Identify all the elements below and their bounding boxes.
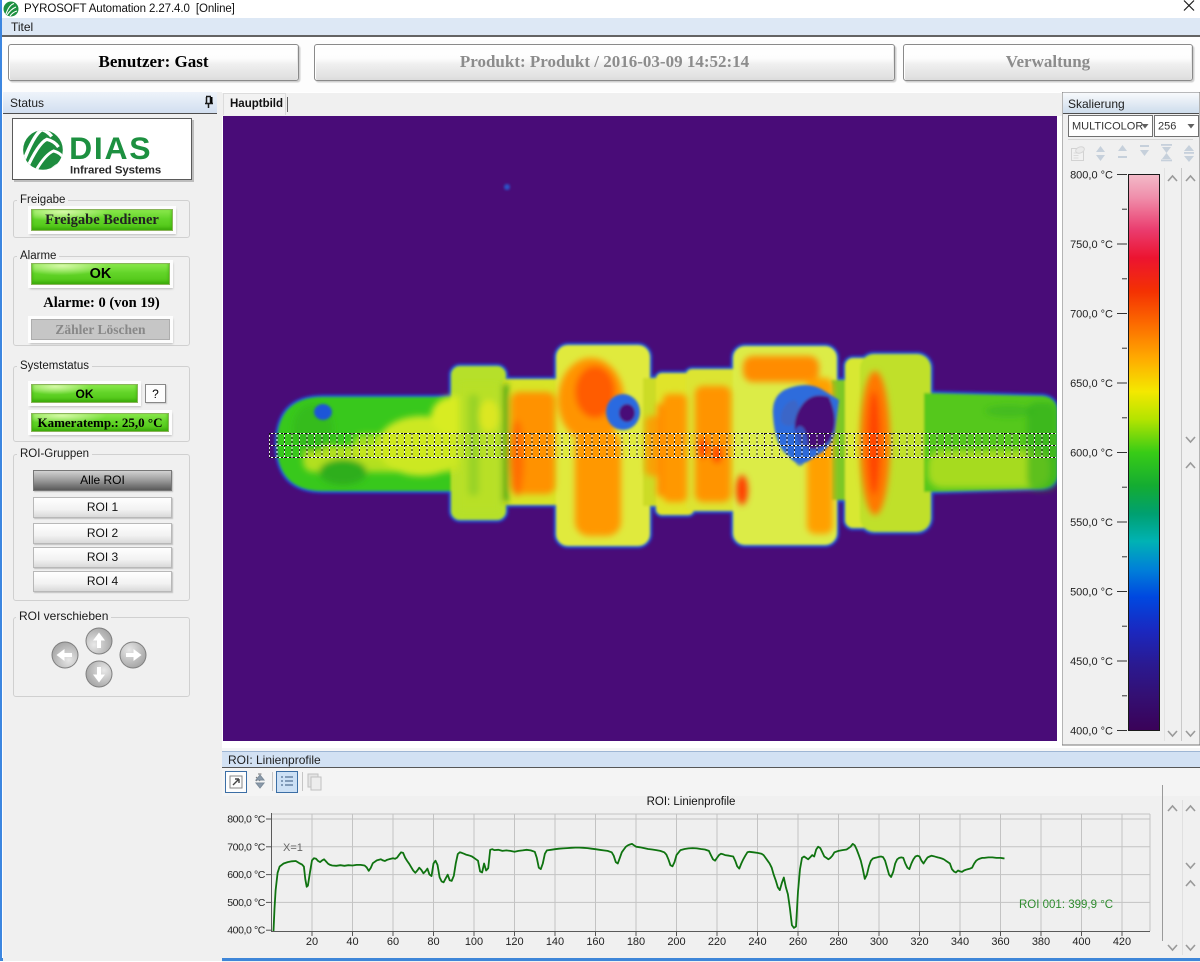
svg-text:100: 100 — [465, 936, 483, 948]
svg-text:256: 256 — [1158, 121, 1176, 133]
svg-text:120: 120 — [505, 936, 523, 948]
svg-text:750,0 °C: 750,0 °C — [1070, 239, 1113, 251]
svg-text:ROI: Linienprofile: ROI: Linienprofile — [647, 796, 736, 808]
svg-text:600,0 °C: 600,0 °C — [1070, 448, 1113, 460]
svg-text:400,0 °C: 400,0 °C — [1070, 726, 1113, 738]
svg-text:80: 80 — [427, 936, 439, 948]
svg-text:700,0 °C: 700,0 °C — [227, 841, 266, 853]
svg-text:500,0 °C: 500,0 °C — [1070, 587, 1113, 599]
svg-text:ROI: Linienprofile: ROI: Linienprofile — [228, 753, 321, 767]
svg-text:240: 240 — [748, 936, 766, 948]
svg-text:600,0 °C: 600,0 °C — [227, 869, 266, 881]
svg-text:400,0 °C: 400,0 °C — [227, 925, 266, 937]
svg-text:500,0 °C: 500,0 °C — [227, 897, 266, 909]
svg-text:300: 300 — [870, 936, 888, 948]
svg-text:ROI 001: 399,9 °C: ROI 001: 399,9 °C — [1019, 899, 1113, 911]
svg-text:X=1: X=1 — [283, 842, 303, 854]
svg-text:340: 340 — [951, 936, 969, 948]
svg-text:40: 40 — [346, 936, 358, 948]
svg-text:20: 20 — [306, 936, 318, 948]
svg-text:280: 280 — [829, 936, 847, 948]
svg-text:320: 320 — [910, 936, 928, 948]
svg-text:550,0 °C: 550,0 °C — [1070, 517, 1113, 529]
svg-text:450,0 °C: 450,0 °C — [1070, 656, 1113, 668]
svg-text:220: 220 — [708, 936, 726, 948]
svg-text:160: 160 — [586, 936, 604, 948]
svg-text:650,0 °C: 650,0 °C — [1070, 378, 1113, 390]
svg-text:60: 60 — [387, 936, 399, 948]
svg-text:700,0 °C: 700,0 °C — [1070, 309, 1113, 321]
svg-text:800,0 °C: 800,0 °C — [1070, 170, 1113, 182]
svg-text:420: 420 — [1113, 936, 1131, 948]
svg-text:400: 400 — [1072, 936, 1090, 948]
svg-text:360: 360 — [991, 936, 1009, 948]
svg-text:380: 380 — [1032, 936, 1050, 948]
svg-text:DIAS: DIAS — [69, 130, 152, 166]
svg-text:Skalierung: Skalierung — [1068, 97, 1125, 111]
svg-text:180: 180 — [627, 936, 645, 948]
svg-text:MULTICOLOR: MULTICOLOR — [1072, 121, 1143, 133]
svg-text:140: 140 — [546, 936, 564, 948]
svg-text:200: 200 — [667, 936, 685, 948]
svg-text:260: 260 — [789, 936, 807, 948]
svg-text:Infrared Systems: Infrared Systems — [70, 165, 161, 177]
svg-text:800,0 °C: 800,0 °C — [227, 814, 266, 826]
